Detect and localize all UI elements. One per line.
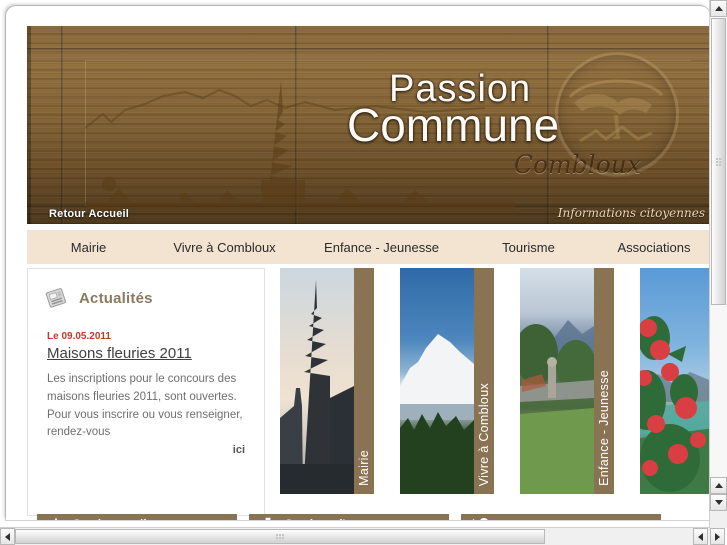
newspaper-icon <box>45 288 66 308</box>
horizontal-scrollbar[interactable] <box>0 527 710 545</box>
horizontal-scrollbar-thumb[interactable] <box>15 529 545 544</box>
photo-card-enfance-jeunesse[interactable]: Enfance - Jeunesse <box>520 268 614 494</box>
nav-item-vivre-a-combloux[interactable]: Vivre à Combloux <box>152 230 297 264</box>
actualites-headline-link[interactable]: Maisons fleuries 2011 <box>47 345 192 362</box>
retour-accueil-link[interactable]: Retour Accueil <box>49 208 129 220</box>
photo-tab-label: Enfance - Jeunesse <box>597 370 611 486</box>
scroll-up-button-bottom[interactable] <box>710 477 727 494</box>
site-banner: Passion Commune Combloux Retour Accueil … <box>27 26 710 224</box>
nav-item-tourisme[interactable]: Tourisme <box>466 230 591 264</box>
main-navigation: Mairie Vivre à Combloux Enfance - Jeunes… <box>27 230 710 264</box>
star-icon <box>54 517 58 520</box>
actualites-header: Actualités <box>28 269 264 311</box>
eglise-silhouette <box>280 280 354 494</box>
nav-item-enfance-jeunesse[interactable]: Enfance - Jeunesse <box>299 230 464 264</box>
medical-cross-icon <box>265 517 271 520</box>
photo-tab-mairie[interactable]: Mairie <box>354 268 374 494</box>
fleurs-geraniums-silhouette <box>640 316 710 494</box>
service-bar-third-partial[interactable] <box>461 514 661 520</box>
service-bar-services-urgence[interactable]: Services d'urgence <box>249 514 449 520</box>
browser-viewport: Passion Commune Combloux Retour Accueil … <box>0 0 727 545</box>
photo-tab-label: Vivre à Combloux <box>477 382 491 486</box>
website-page: Passion Commune Combloux Retour Accueil … <box>12 12 710 520</box>
nav-item-associations[interactable]: Associations <box>593 230 710 264</box>
photo-card-next-partial[interactable] <box>640 268 710 494</box>
actualites-ici-link[interactable]: ici <box>28 444 245 456</box>
scrollbar-grip-icon <box>715 157 722 166</box>
photo-image-fleurs <box>640 268 710 494</box>
service-bars-row: Services en lignes Services d'urgence <box>27 514 710 520</box>
photo-tab-enfance-jeunesse[interactable]: Enfance - Jeunesse <box>594 268 614 494</box>
wood-vertical-seam <box>61 26 64 224</box>
main-content: Actualités Le 09.05.2011 Maisons fleurie… <box>27 268 710 518</box>
photo-card-vivre-a-combloux[interactable]: Vivre à Combloux <box>400 268 494 494</box>
triangle-left-icon <box>698 532 703 541</box>
service-bar-services-en-lignes[interactable]: Services en lignes <box>37 514 237 520</box>
scroll-right-button-corner[interactable] <box>710 528 725 545</box>
informations-citoyennes-label: Informations citoyennes <box>557 206 705 220</box>
actualites-body-text: Les inscriptions pour le concours des ma… <box>47 373 243 439</box>
tools-wrench-icon <box>472 517 488 520</box>
nav-item-mairie[interactable]: Mairie <box>27 230 150 264</box>
triangle-right-icon <box>715 532 720 541</box>
photo-tab-vivre-a-combloux[interactable]: Vivre à Combloux <box>474 268 494 494</box>
carved-hands-medallion-icon <box>555 52 679 176</box>
service-bar-label: Services d'urgence <box>285 519 390 520</box>
fontaine-village-silhouette <box>520 320 594 494</box>
scroll-left-button[interactable] <box>0 528 15 545</box>
scroll-down-button[interactable] <box>710 494 727 511</box>
photo-image-fontaine <box>520 268 594 494</box>
triangle-up-icon <box>714 483 723 488</box>
wood-seam <box>27 48 710 51</box>
photo-tab-label: Mairie <box>357 450 371 486</box>
vertical-scrollbar-thumb[interactable] <box>711 18 726 305</box>
triangle-left-icon <box>5 532 10 541</box>
photo-image-eglise <box>280 268 354 494</box>
vertical-scrollbar[interactable] <box>709 0 727 528</box>
actualites-title: Actualités <box>79 289 153 307</box>
scroll-corner-buttons <box>710 477 727 511</box>
scroll-up-button[interactable] <box>710 0 727 17</box>
photo-card-mairie[interactable]: Mairie <box>280 268 374 494</box>
mont-blanc-silhouette <box>400 334 474 494</box>
hands-mountain-glyph <box>568 79 664 143</box>
actualites-panel: Actualités Le 09.05.2011 Maisons fleurie… <box>27 268 265 516</box>
service-bar-label: Services en lignes <box>73 519 173 520</box>
actualites-date: Le 09.05.2011 <box>47 331 111 342</box>
scroll-left-button-corner[interactable] <box>693 528 708 545</box>
triangle-down-icon <box>714 500 723 505</box>
photo-image-mont-blanc <box>400 268 474 494</box>
scrollbar-grip-icon <box>275 533 285 540</box>
triangle-up-icon <box>714 6 723 11</box>
